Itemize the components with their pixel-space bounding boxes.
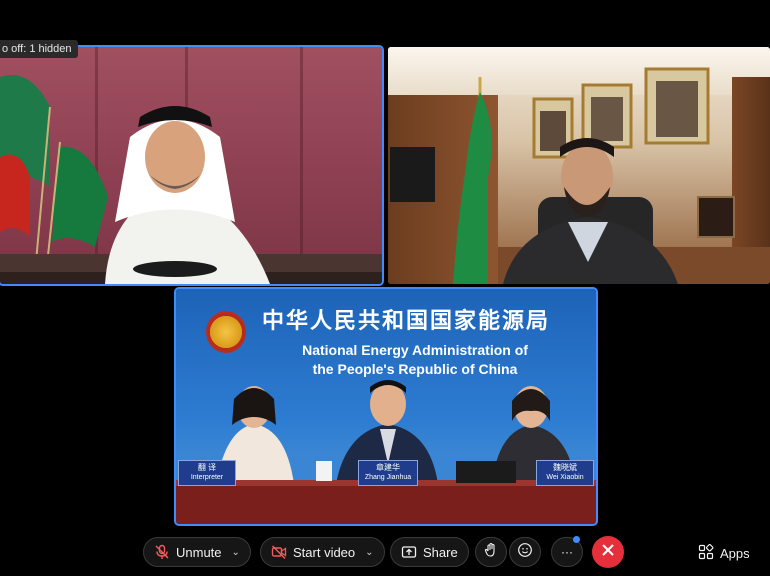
start-video-button[interactable]: Start video ⌄ xyxy=(260,537,385,567)
video-off-icon xyxy=(271,544,287,560)
raise-hand-button[interactable] xyxy=(475,537,507,567)
nameplate-1: 翻 译 Interpreter xyxy=(178,460,236,486)
press-conference-scene xyxy=(176,380,596,524)
notification-dot-icon xyxy=(573,536,580,543)
microphone-muted-icon xyxy=(154,544,170,560)
participant-2-scene xyxy=(390,67,770,284)
reactions-button[interactable] xyxy=(509,537,541,567)
meeting-controls-toolbar: Unmute ⌄ Start video ⌄ Share ··· Apps xyxy=(0,530,770,576)
emoji-smile-icon xyxy=(517,542,533,563)
more-options-label: ··· xyxy=(561,545,573,559)
apps-label: Apps xyxy=(720,546,750,561)
participant-1-scene xyxy=(0,75,382,284)
video-tile-participant-2[interactable] xyxy=(388,47,770,284)
share-label: Share xyxy=(423,544,458,560)
leave-meeting-button[interactable] xyxy=(592,536,624,568)
nameplate-2: 章建华 Zhang Jianhua xyxy=(358,460,418,486)
nameplate-3: 魏晓斌 Wei Xiaobin xyxy=(536,460,594,486)
unmute-button[interactable]: Unmute ⌄ xyxy=(143,537,251,567)
chevron-down-icon[interactable]: ⌄ xyxy=(365,547,373,558)
more-options-button[interactable]: ··· xyxy=(551,536,583,567)
raise-hand-icon xyxy=(483,542,499,563)
apps-button[interactable]: Apps xyxy=(698,543,750,563)
video-tile-participant-1[interactable] xyxy=(0,45,384,286)
start-video-label: Start video xyxy=(293,544,356,560)
chevron-down-icon[interactable]: ⌄ xyxy=(232,547,240,558)
unmute-label: Unmute xyxy=(176,544,222,560)
share-screen-icon xyxy=(401,544,417,560)
share-button[interactable]: Share xyxy=(390,537,469,567)
close-icon xyxy=(601,543,615,562)
video-tile-press-conference[interactable]: 中华人民共和国国家能源局 National Energy Administrat… xyxy=(174,287,598,526)
hidden-participants-status: o off: 1 hidden xyxy=(0,40,78,58)
apps-grid-icon xyxy=(698,543,714,563)
